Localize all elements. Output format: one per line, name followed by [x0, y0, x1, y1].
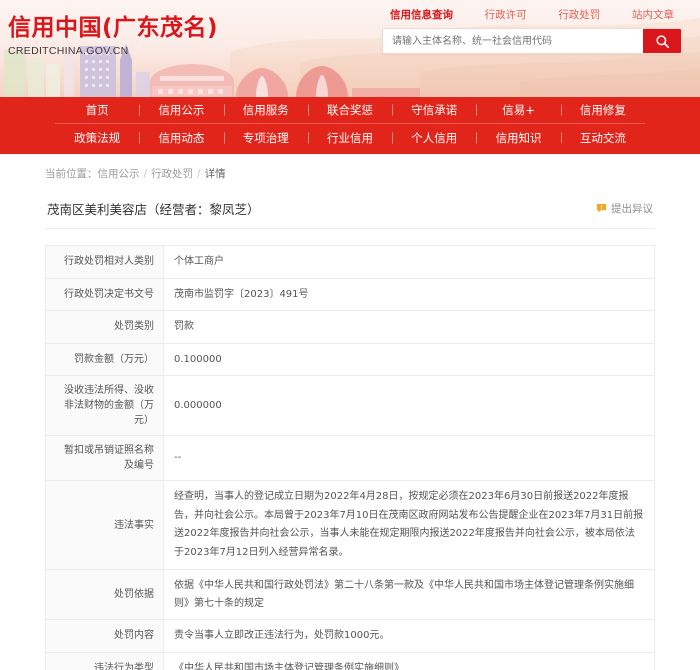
- penalty-detail-table: 行政处罚相对人类别 个体工商户 行政处罚决定书文号 茂南市监罚字〔2023〕49…: [45, 245, 655, 670]
- nav-item-commitment[interactable]: 守信承诺: [392, 102, 476, 118]
- document-title-bar: 茂南区美利美容店（经营者：黎凤芝） 提出异议: [45, 191, 655, 229]
- table-row: 处罚内容 责令当事人立即改正违法行为，处罚款1000元。: [45, 619, 655, 653]
- row-label-suspended-license: 暂扣或吊销证照名称及编号: [45, 435, 164, 481]
- row-label-penalty-content: 处罚内容: [45, 619, 164, 653]
- row-label-confiscation-amount: 没收违法所得、没收非法财物的金额（万元）: [45, 375, 164, 436]
- raise-objection-label: 提出异议: [611, 203, 653, 215]
- nav-item-credit-news[interactable]: 信用动态: [139, 130, 223, 146]
- nav-item-personal-credit[interactable]: 个人信用: [392, 130, 476, 146]
- table-row: 处罚类别 罚款: [45, 310, 655, 344]
- table-row: 违法事实 经查明，当事人的登记成立日期为2022年4月28日，按规定必须在202…: [45, 480, 655, 570]
- search-tab-list: 信用信息查询 行政许可 行政处罚 站内文章: [382, 6, 682, 23]
- feedback-icon: [596, 203, 607, 213]
- nav-item-policy[interactable]: 政策法规: [55, 130, 139, 146]
- main-navigation: 首页 信用公示 信用服务 联合奖惩 守信承诺 信易+ 信用修复 政策法规 信用动…: [0, 97, 700, 154]
- table-row: 没收违法所得、没收非法财物的金额（万元） 0.000000: [45, 375, 655, 436]
- search-region: 信用信息查询 行政许可 行政处罚 站内文章: [382, 6, 682, 54]
- site-title: 信用中国(广东茂名): [8, 15, 219, 41]
- row-label-fine-amount: 罚款金额（万元）: [45, 342, 164, 376]
- page-content: 当前位置：信用公示 / 行政处罚 / 详情 茂南区美利美容店（经营者：黎凤芝） 提出异议…: [0, 154, 700, 670]
- table-row: 行政处罚相对人类别 个体工商户: [45, 245, 655, 279]
- nav-item-credit-repair[interactable]: 信用修复: [561, 102, 645, 118]
- search-tab-admin-penalty[interactable]: 行政处罚: [556, 6, 602, 23]
- nav-item-special-govern[interactable]: 专项治理: [224, 130, 308, 146]
- page-title: 茂南区美利美容店（经营者：黎凤芝）: [47, 202, 260, 217]
- search-button[interactable]: [643, 29, 681, 53]
- table-row: 暂扣或吊销证照名称及编号 --: [45, 435, 655, 481]
- nav-item-credit-public[interactable]: 信用公示: [139, 102, 223, 118]
- row-label-violation-type: 违法行为类型: [45, 651, 164, 670]
- row-value-fine-amount: 0.100000: [163, 342, 655, 376]
- breadcrumb-separator-2: /: [197, 168, 201, 180]
- row-label-relative-person-type: 行政处罚相对人类别: [45, 245, 164, 279]
- site-brand[interactable]: 信用中国(广东茂名) CREDITCHINA.GOV.CN: [8, 8, 218, 57]
- breadcrumb-separator-1: /: [143, 168, 148, 180]
- table-row: 处罚依据 依据《中华人民共和国行政处罚法》第二十八条第一款及《中华人民共和国市场…: [45, 569, 655, 620]
- nav-item-xinyi-plus[interactable]: 信易+: [476, 102, 560, 118]
- row-value-relative-person-type: 个体工商户: [163, 245, 655, 279]
- row-value-illegal-facts: 经查明，当事人的登记成立日期为2022年4月28日，按规定必须在2023年6月3…: [163, 480, 655, 570]
- row-value-penalty-basis: 依据《中华人民共和国行政处罚法》第二十八条第一款及《中华人民共和国市场主体登记管…: [163, 569, 655, 620]
- row-label-illegal-facts: 违法事实: [45, 480, 164, 570]
- nav-item-credit-service[interactable]: 信用服务: [224, 102, 308, 118]
- site-domain: CREDITCHINA.GOV.CN: [8, 45, 129, 57]
- row-label-decision-document-no: 行政处罚决定书文号: [45, 277, 164, 311]
- row-value-confiscation-amount: 0.000000: [163, 375, 655, 436]
- row-label-penalty-category: 处罚类别: [45, 310, 164, 344]
- breadcrumb-prefix: 当前位置：: [45, 168, 98, 180]
- search-input[interactable]: [383, 29, 643, 53]
- row-value-decision-document-no: 茂南市监罚字〔2023〕491号: [163, 277, 655, 311]
- search-tab-credit-query[interactable]: 信用信息查询: [388, 6, 455, 23]
- search-box: [382, 28, 682, 54]
- breadcrumb-item-admin-penalty[interactable]: 行政处罚: [151, 168, 193, 180]
- nav-item-credit-knowledge[interactable]: 信用知识: [476, 130, 560, 146]
- row-value-penalty-category: 罚款: [163, 310, 655, 344]
- nav-row-primary: 首页 信用公示 信用服务 联合奖惩 守信承诺 信易+ 信用修复: [55, 97, 645, 124]
- breadcrumb: 当前位置：信用公示 / 行政处罚 / 详情: [45, 154, 655, 191]
- row-value-penalty-content: 责令当事人立即改正违法行为，处罚款1000元。: [163, 619, 655, 653]
- site-banner: 信用中国(广东茂名) CREDITCHINA.GOV.CN 信用信息查询 行政许…: [0, 0, 700, 97]
- row-label-penalty-basis: 处罚依据: [45, 569, 164, 620]
- search-tab-site-articles[interactable]: 站内文章: [630, 6, 676, 23]
- breadcrumb-item-credit-public[interactable]: 信用公示: [98, 168, 140, 180]
- breadcrumb-item-detail: 详情: [204, 168, 226, 180]
- search-icon: [655, 34, 669, 48]
- nav-item-home[interactable]: 首页: [55, 102, 139, 118]
- row-value-suspended-license: --: [163, 435, 655, 481]
- row-value-violation-type: 《中华人民共和国市场主体登记管理条例实施细则》: [163, 651, 655, 670]
- nav-item-interaction[interactable]: 互动交流: [561, 130, 645, 146]
- nav-row-secondary: 政策法规 信用动态 专项治理 行业信用 个人信用 信用知识 互动交流: [55, 124, 645, 151]
- raise-objection-button[interactable]: 提出异议: [596, 201, 653, 216]
- table-row: 罚款金额（万元） 0.100000: [45, 342, 655, 376]
- nav-item-industry-credit[interactable]: 行业信用: [308, 130, 392, 146]
- nav-item-joint-rewards[interactable]: 联合奖惩: [308, 102, 392, 118]
- table-row: 违法行为类型 《中华人民共和国市场主体登记管理条例实施细则》: [45, 651, 655, 670]
- search-tab-admin-license[interactable]: 行政许可: [483, 6, 529, 23]
- table-row: 行政处罚决定书文号 茂南市监罚字〔2023〕491号: [45, 277, 655, 311]
